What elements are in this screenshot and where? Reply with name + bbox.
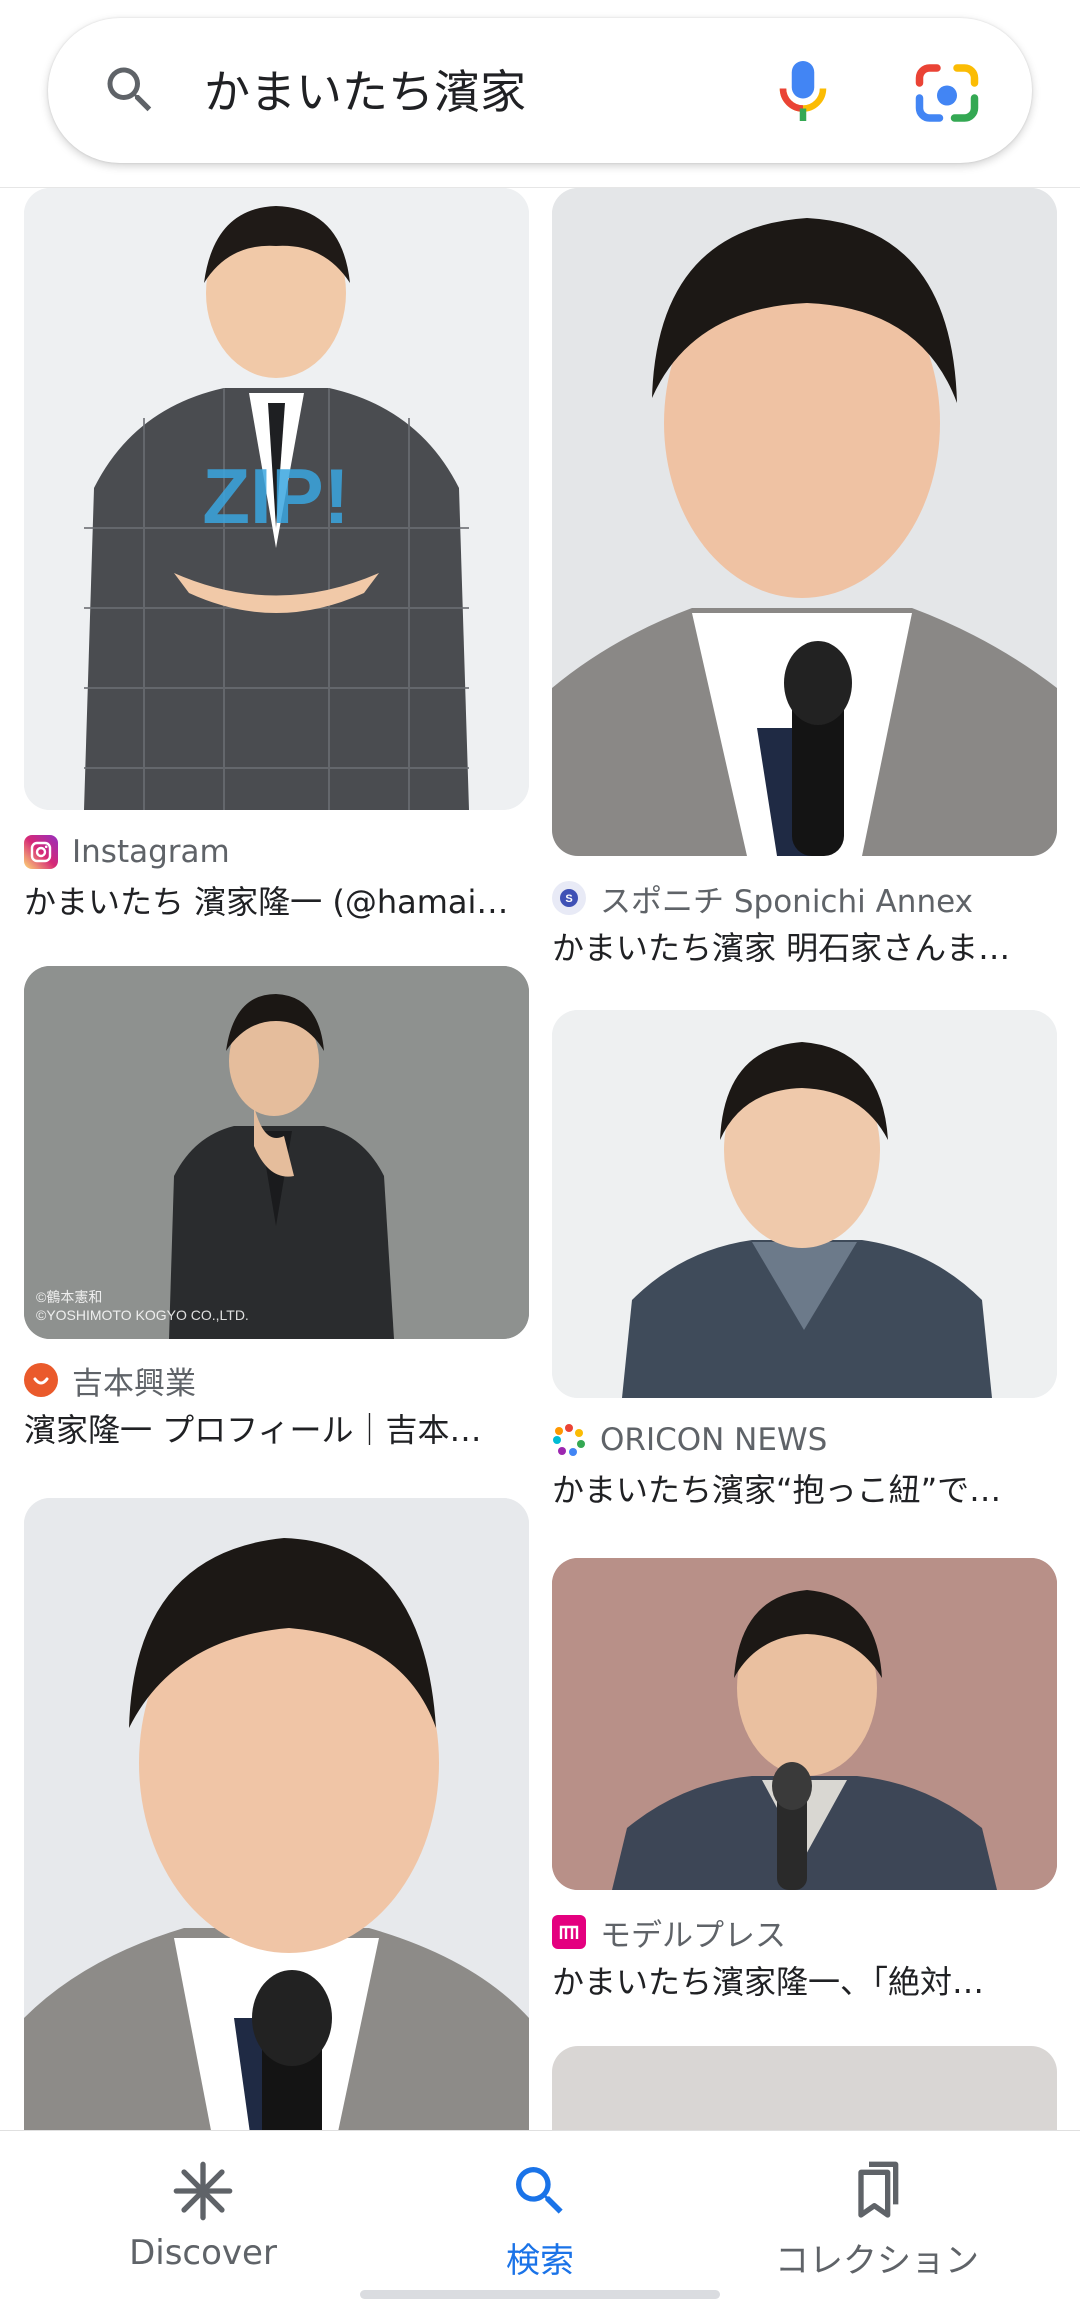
result-image[interactable] xyxy=(552,1558,1057,1890)
result-image[interactable] xyxy=(552,1010,1057,1398)
search-header: かまいたち濱家 xyxy=(0,0,1080,188)
svg-text:S: S xyxy=(565,893,572,905)
nav-label: Discover xyxy=(129,2233,277,2273)
result-image[interactable]: ZIP! xyxy=(24,188,529,810)
search-query-input[interactable]: かまいたち濱家 xyxy=(204,62,526,122)
result-card[interactable]: モデルプレス かまいたち濱家隆一、「絶対… xyxy=(552,1558,1057,2001)
watermark-text: ©鶴本憲和 xyxy=(36,1289,102,1305)
svg-text:ZIP!: ZIP! xyxy=(202,452,349,540)
collections-bookmark-icon xyxy=(858,2161,899,2218)
result-source: Instagram xyxy=(24,830,529,874)
result-source: 吉本興業 xyxy=(24,1358,529,1402)
home-indicator[interactable] xyxy=(360,2290,720,2299)
nav-item-search[interactable]: 検索 xyxy=(390,2131,690,2299)
result-image[interactable] xyxy=(24,1498,529,2130)
result-card[interactable]: S スポニチ Sponichi Annex かまいたち濱家 明石家さんま… xyxy=(552,188,1057,968)
yoshimoto-icon xyxy=(24,1363,58,1397)
result-title[interactable]: かまいたち濱家隆一、「絶対… xyxy=(552,1960,1057,2004)
discover-asterisk-icon xyxy=(173,2161,233,2221)
image-results-grid: ZIP! Instagram かまいたち 濱家隆一 (@hamai… ©鶴本憲和… xyxy=(0,188,1080,2130)
bottom-navigation: Discover 検索 コレクション xyxy=(0,2130,1080,2299)
result-card[interactable]: ORICON NEWS かまいたち濱家“抱っこ紐”で… xyxy=(552,1010,1057,1510)
nav-item-discover[interactable]: Discover xyxy=(53,2131,353,2299)
result-source: ORICON NEWS xyxy=(552,1418,1057,1462)
modelpress-icon xyxy=(552,1915,586,1949)
nav-item-collections[interactable]: コレクション xyxy=(727,2131,1027,2299)
watermark-text: ©YOSHIMOTO KOGYO CO.,LTD. xyxy=(36,1307,249,1323)
result-title[interactable]: かまいたち濱家 明石家さんま… xyxy=(552,926,1057,970)
person-photo: ZIP! xyxy=(24,188,529,810)
instagram-icon xyxy=(24,835,58,869)
result-card[interactable] xyxy=(24,1498,529,2130)
result-card[interactable]: ZIP! Instagram かまいたち 濱家隆一 (@hamai… xyxy=(24,188,529,921)
nav-label: 検索 xyxy=(506,2241,574,2281)
result-title[interactable]: 濱家隆一 プロフィール｜吉本… xyxy=(24,1408,529,1452)
result-card[interactable] xyxy=(552,2046,1057,2130)
result-image[interactable] xyxy=(552,2046,1057,2130)
result-card[interactable]: ©鶴本憲和 ©YOSHIMOTO KOGYO CO.,LTD. 吉本興業 濱家隆… xyxy=(24,966,529,1449)
nav-label: コレクション xyxy=(775,2241,979,2281)
result-source: モデルプレス xyxy=(552,1910,1057,1954)
sponichi-icon: S xyxy=(552,881,586,915)
person-photo xyxy=(24,1498,529,2130)
person-photo xyxy=(552,1558,1057,1890)
oricon-icon xyxy=(552,1423,586,1457)
result-title[interactable]: かまいたち 濱家隆一 (@hamai… xyxy=(24,880,529,924)
person-photo: ©鶴本憲和 ©YOSHIMOTO KOGYO CO.,LTD. xyxy=(24,966,529,1339)
search-box[interactable] xyxy=(48,18,1032,163)
mic-icon[interactable] xyxy=(778,58,828,124)
result-image[interactable]: ©鶴本憲和 ©YOSHIMOTO KOGYO CO.,LTD. xyxy=(24,966,529,1339)
result-source: S スポニチ Sponichi Annex xyxy=(552,876,1057,920)
search-icon xyxy=(516,2167,563,2214)
person-photo xyxy=(552,188,1057,856)
person-photo xyxy=(552,1010,1057,1398)
result-image[interactable] xyxy=(552,188,1057,856)
google-lens-icon[interactable] xyxy=(912,62,982,124)
result-title[interactable]: かまいたち濱家“抱っこ紐”で… xyxy=(552,1468,1057,1512)
search-icon[interactable] xyxy=(100,60,160,120)
